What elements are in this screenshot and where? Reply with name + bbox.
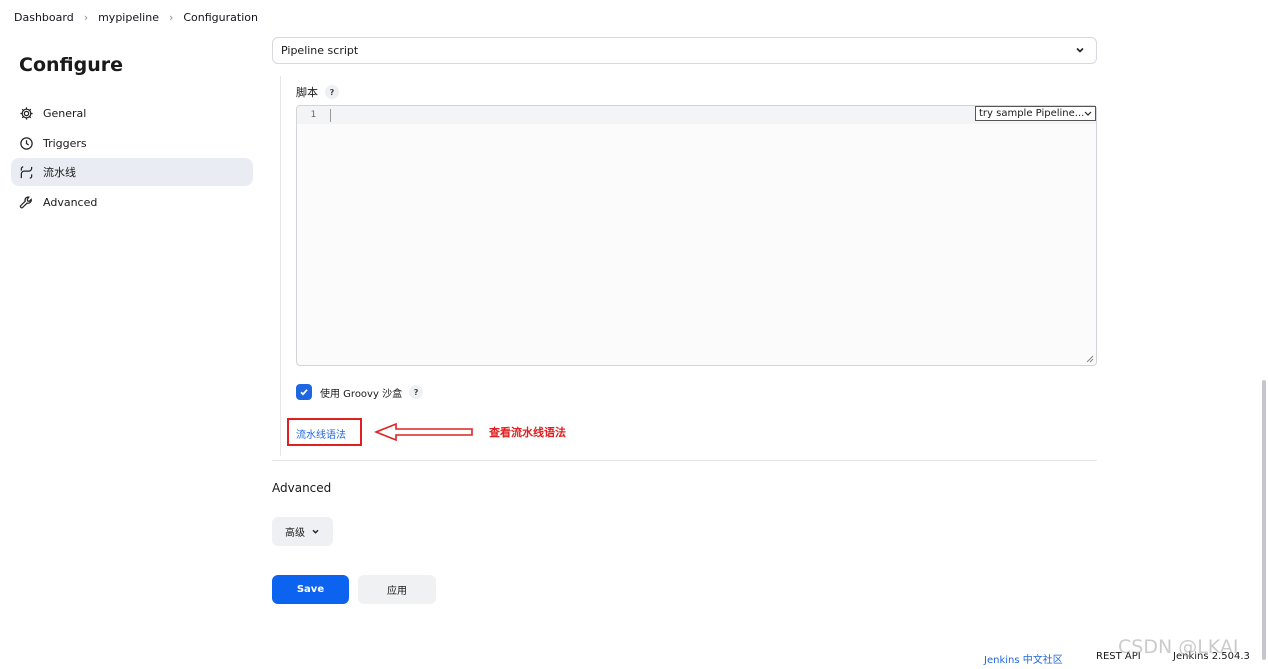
sidebar-item-advanced[interactable]: Advanced	[11, 188, 253, 216]
help-icon[interactable]: ?	[325, 85, 339, 99]
scrollbar[interactable]	[1262, 380, 1266, 660]
advanced-section-title: Advanced	[272, 481, 332, 495]
watermark: CSDN @LKAI	[1118, 636, 1239, 658]
page-title: Configure	[19, 54, 123, 76]
sidebar-item-general[interactable]: General	[11, 99, 253, 127]
text-cursor	[330, 109, 331, 122]
footer-community-link[interactable]: Jenkins 中文社区	[984, 651, 1063, 666]
advanced-toggle-label: 高级	[285, 528, 305, 539]
definition-select-value: Pipeline script	[281, 44, 359, 57]
sidebar-item-label: Triggers	[43, 136, 87, 150]
sandbox-checkbox[interactable]	[296, 384, 312, 400]
script-label-text: 脚本	[296, 86, 318, 99]
definition-select[interactable]: Pipeline script	[272, 37, 1097, 64]
sandbox-option: 使用 Groovy 沙盒 ?	[296, 384, 424, 400]
breadcrumb: Dashboard › mypipeline › Configuration	[0, 0, 1268, 34]
annotation-arrow-icon	[374, 422, 473, 442]
script-label: 脚本 ?	[296, 84, 339, 100]
section-rule	[280, 76, 281, 456]
sidebar-item-triggers[interactable]: Triggers	[11, 129, 253, 157]
advanced-toggle-button[interactable]: 高级	[272, 517, 333, 546]
chevron-right-icon: ›	[83, 10, 89, 24]
sandbox-label: 使用 Groovy 沙盒	[320, 388, 403, 400]
checkmark-icon	[300, 389, 308, 396]
section-divider	[272, 460, 1097, 461]
gear-icon	[20, 106, 33, 120]
resize-handle-icon[interactable]	[1086, 355, 1094, 363]
sidebar-item-pipeline[interactable]: 流水线	[11, 158, 253, 186]
pipeline-icon	[20, 165, 33, 179]
chevron-down-icon	[1084, 111, 1092, 116]
wrench-icon	[19, 195, 32, 208]
apply-button[interactable]: 应用	[358, 575, 436, 604]
chevron-down-icon	[1076, 47, 1084, 53]
sidebar-item-label: 流水线	[43, 166, 76, 179]
chevron-down-icon	[312, 529, 319, 534]
breadcrumb-configuration[interactable]: Configuration	[183, 11, 258, 24]
sidebar-item-label: Advanced	[43, 195, 98, 209]
breadcrumb-dashboard[interactable]: Dashboard	[14, 11, 74, 24]
script-editor[interactable]: 1	[296, 105, 1097, 366]
try-sample-select-value: try sample Pipeline...	[979, 108, 1085, 119]
pipeline-syntax-link[interactable]: 流水线语法	[296, 426, 346, 441]
sidebar-item-label: General	[43, 106, 87, 120]
annotation-text: 查看流水线语法	[489, 426, 566, 439]
save-button[interactable]: Save	[272, 575, 349, 604]
clock-icon	[20, 136, 33, 150]
help-icon[interactable]: ?	[409, 385, 424, 399]
chevron-right-icon: ›	[168, 10, 174, 24]
breadcrumb-mypipeline[interactable]: mypipeline	[98, 11, 159, 24]
try-sample-select[interactable]: try sample Pipeline...	[975, 106, 1096, 121]
line-number: 1	[310, 110, 317, 120]
